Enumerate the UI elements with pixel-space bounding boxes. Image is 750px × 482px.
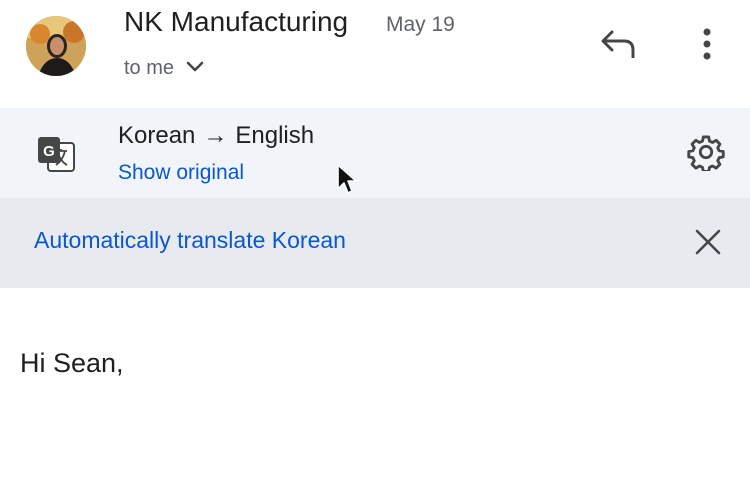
gear-icon — [687, 133, 725, 176]
translation-languages: Korean → English — [118, 122, 314, 150]
chevron-down-icon — [186, 60, 204, 78]
translation-settings-button[interactable] — [684, 132, 728, 176]
message-body: Hi Sean, — [20, 348, 124, 378]
sender-name: NK Manufacturing — [124, 6, 349, 37]
close-auto-translate-button[interactable] — [688, 224, 728, 264]
source-language: Korean — [118, 122, 196, 149]
arrow-icon: → — [203, 122, 228, 149]
more-options-button[interactable] — [690, 26, 724, 66]
svg-text:G: G — [43, 143, 55, 160]
avatar[interactable] — [26, 16, 86, 76]
auto-translate-link[interactable]: Automatically translate Korean — [34, 227, 346, 254]
target-language: English — [235, 122, 315, 149]
reply-icon — [600, 30, 636, 63]
more-vert-icon — [702, 28, 712, 65]
email-header: NK Manufacturing May 19 to me — [0, 0, 750, 106]
close-icon — [694, 228, 722, 261]
recipient-toggle[interactable]: to me — [124, 57, 204, 80]
recipient-label: to me — [124, 57, 175, 79]
reply-button[interactable] — [594, 26, 642, 66]
translate-icon: G — [36, 135, 76, 173]
email-date: May 19 — [386, 13, 455, 36]
translation-bar — [0, 108, 750, 198]
show-original-link[interactable]: Show original — [118, 161, 244, 185]
